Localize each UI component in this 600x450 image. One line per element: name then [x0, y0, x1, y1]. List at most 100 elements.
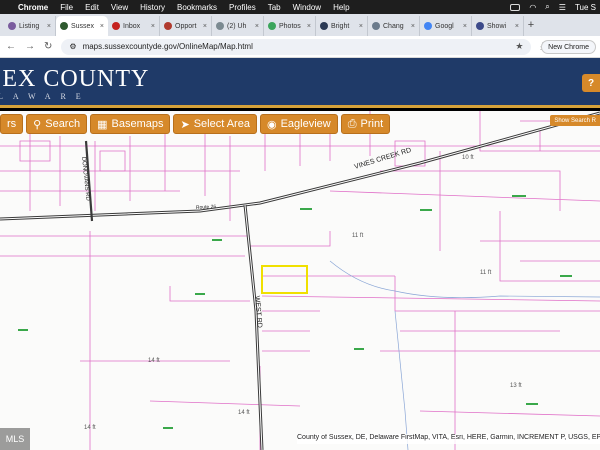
toolbar-button-label: Select Area — [193, 118, 250, 130]
battery-icon[interactable] — [510, 3, 521, 11]
tab-label: Bright — [331, 22, 350, 30]
map-attribution: County of Sussex, DE, Delaware FirstMap,… — [297, 434, 600, 444]
address-bar-row: ← → ↻ ⚙ maps.sussexcountyde.gov/OnlineMa… — [0, 36, 600, 58]
tab-label: Inbox — [123, 22, 141, 30]
toolbar-button-label: Print — [360, 118, 384, 130]
new-chrome-button[interactable]: New Chrome — [541, 40, 596, 54]
menu-status-area: ◠ ⌕ ☰ Tue S — [510, 0, 596, 14]
browser-tab[interactable]: Chang × — [368, 16, 420, 36]
site-header: SEX COUNTY LAWARE ? — [0, 58, 600, 108]
selected-parcel-highlight[interactable] — [261, 265, 308, 294]
menu-clock[interactable]: Tue S — [575, 3, 596, 12]
menu-history[interactable]: History — [140, 3, 165, 12]
bookmark-star-icon[interactable]: ★ — [515, 41, 523, 52]
search-icon[interactable]: ⌕ — [545, 2, 549, 12]
toolbar-button-search[interactable]: ⚲ Search — [26, 114, 88, 134]
tab-favicon-icon — [164, 22, 172, 30]
macos-menu-bar: Chrome File Edit View History Bookmarks … — [0, 0, 600, 14]
tab-label: Photos — [279, 22, 301, 30]
tab-favicon-icon — [216, 22, 224, 30]
tab-close-icon[interactable]: × — [307, 23, 311, 30]
tab-close-icon[interactable]: × — [100, 23, 104, 30]
menu-file[interactable]: File — [60, 3, 73, 12]
tab-close-icon[interactable]: × — [47, 23, 51, 30]
browser-tab[interactable]: Sussex × — [56, 16, 108, 36]
control-center-icon[interactable]: ☰ — [559, 3, 566, 12]
tab-close-icon[interactable]: × — [411, 23, 415, 30]
tab-label: Sussex — [71, 22, 94, 30]
browser-tab[interactable]: Bright × — [316, 16, 368, 36]
back-icon[interactable]: ← — [6, 41, 16, 52]
tab-close-icon[interactable]: × — [203, 23, 207, 30]
mls-label: MLS — [5, 434, 25, 444]
menu-view[interactable]: View — [111, 3, 128, 12]
url-omnibox[interactable]: ⚙ maps.sussexcountyde.gov/OnlineMap/Map.… — [61, 38, 532, 55]
site-info-icon[interactable]: ⚙ — [69, 42, 76, 51]
forward-icon[interactable]: → — [25, 41, 35, 52]
toolbar-button-rs[interactable]: rs — [0, 114, 24, 134]
toolbar-button-print[interactable]: ⎙ Print — [340, 114, 391, 134]
browser-tab[interactable]: Inbox × — [108, 16, 160, 36]
tab-favicon-icon — [268, 22, 276, 30]
browser-tab[interactable]: Opport × — [160, 16, 212, 36]
menu-edit[interactable]: Edit — [85, 3, 99, 12]
browser-tab[interactable]: Listing × — [4, 16, 56, 36]
toolbar-button-label: Basemaps — [111, 118, 164, 130]
tab-favicon-icon — [8, 22, 16, 30]
toolbar-button-label: Search — [45, 118, 81, 130]
toolbar-button-select-area[interactable]: ➤ Select Area — [173, 114, 257, 134]
tab-favicon-icon — [476, 22, 484, 30]
toolbar-button-eagleview[interactable]: ◉ Eagleview — [259, 114, 338, 134]
tab-label: Chang — [383, 22, 404, 30]
browser-tab-strip: Listing × Sussex × Inbox × Opport × (2) Uh × Photo… — [0, 14, 600, 36]
contour-label: 14 ft — [84, 425, 96, 431]
contour-label: 14 ft — [148, 358, 160, 364]
browser-tab[interactable]: Photos × — [264, 16, 316, 36]
header-menu-button[interactable]: ? — [582, 74, 600, 92]
toolbar-glyph-icon: ➤ — [180, 118, 190, 131]
browser-tab[interactable]: (2) Uh × — [212, 16, 264, 36]
tab-label: Googl — [435, 22, 454, 30]
reload-icon[interactable]: ↻ — [44, 41, 52, 52]
toolbar-glyph-icon: ⎙ — [347, 117, 357, 130]
tab-close-icon[interactable]: × — [151, 23, 155, 30]
tab-label: Listing — [19, 22, 40, 30]
tab-close-icon[interactable]: × — [359, 23, 363, 30]
toolbar-glyph-icon: ◉ — [266, 118, 277, 131]
tab-close-icon[interactable]: × — [255, 23, 259, 30]
menu-profiles[interactable]: Profiles — [229, 3, 256, 12]
acreage-labels — [18, 195, 572, 429]
menu-window[interactable]: Window — [293, 3, 321, 12]
map-toolbar: rs ⚲ Search ▦ Basemaps ➤ Select Area ◉ Eagleview… — [0, 114, 391, 134]
tab-label: Opport — [175, 22, 197, 30]
tab-close-icon[interactable]: × — [463, 23, 467, 30]
url-text[interactable]: maps.sussexcountyde.gov/OnlineMap/Map.ht… — [83, 42, 253, 51]
tab-label: (2) Uh — [227, 22, 247, 30]
new-tab-icon[interactable]: + — [524, 19, 538, 31]
tab-close-icon[interactable]: × — [515, 23, 519, 30]
toolbar-button-label: Eagleview — [280, 118, 331, 130]
toolbar-button-basemaps[interactable]: ▦ Basemaps — [90, 114, 171, 134]
map-canvas[interactable]: VINES CREEK RD DONOVANS RD WEST RD Route… — [0, 111, 600, 450]
parcel-boundaries — [0, 111, 600, 450]
wifi-icon[interactable]: ◠ — [529, 3, 536, 12]
contour-label: 11 ft — [480, 270, 492, 276]
menu-app-name[interactable]: Chrome — [18, 3, 48, 12]
road-label-donovans: DONOVANS RD — [80, 157, 91, 202]
county-title: SEX COUNTY — [0, 66, 150, 92]
tab-favicon-icon — [60, 22, 68, 30]
menu-tab[interactable]: Tab — [268, 3, 281, 12]
parcel-map[interactable]: VINES CREEK RD DONOVANS RD WEST RD Route… — [0, 111, 600, 450]
tab-favicon-icon — [112, 22, 120, 30]
menu-bookmarks[interactable]: Bookmarks — [177, 3, 217, 12]
contour-label: 13 ft — [510, 383, 522, 389]
contour-label: 11 ft — [352, 233, 364, 239]
tab-favicon-icon — [320, 22, 328, 30]
mls-badge: MLS — [0, 428, 30, 450]
tab-label: Showi — [487, 22, 507, 30]
show-search-results-button[interactable]: Show Search R — [550, 115, 600, 126]
menu-help[interactable]: Help — [333, 3, 349, 12]
tab-favicon-icon — [372, 22, 380, 30]
browser-tab[interactable]: Showi × — [472, 16, 524, 36]
browser-tab[interactable]: Googl × — [420, 16, 472, 36]
